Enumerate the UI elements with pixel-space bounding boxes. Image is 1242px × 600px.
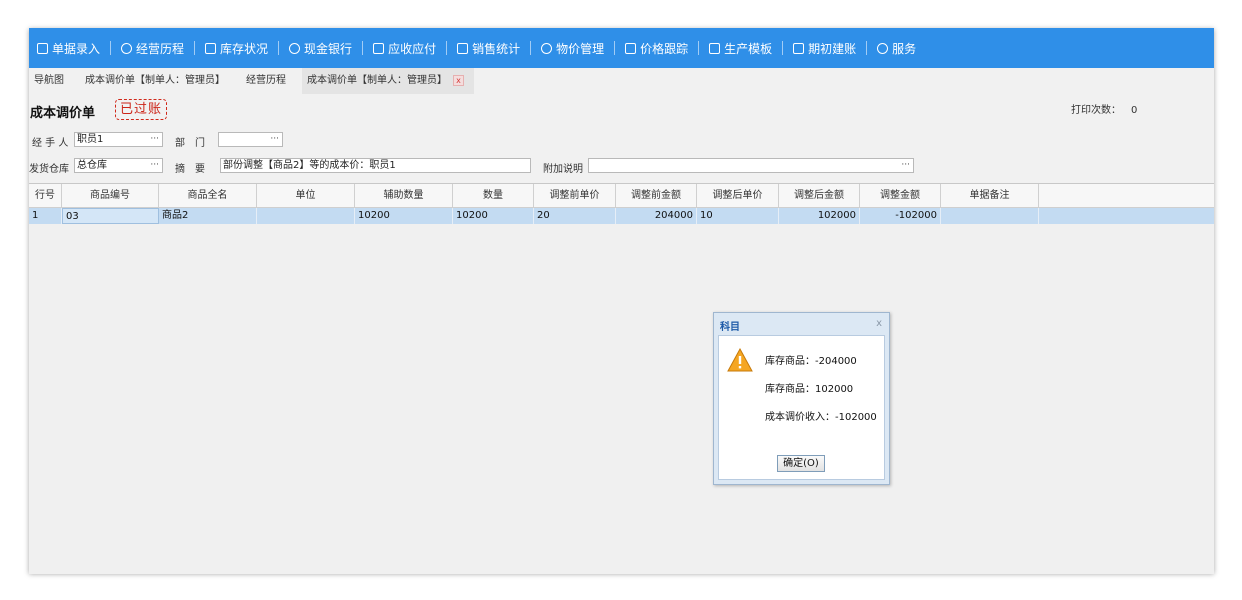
cell-price-after[interactable]: 10 [697,208,779,224]
dialog-line-adjust-income: 成本调价收入：-102000 [765,412,877,423]
menu-divider [278,41,280,55]
tab-close-icon[interactable]: x [453,74,464,86]
cell-amount-before[interactable]: 204000 [616,208,697,224]
cell-aux-qty[interactable]: 10200 [355,208,453,224]
warehouse-select-button[interactable]: ··· [150,159,159,172]
menu-item-price-mgmt[interactable]: 物价管理 [541,40,604,57]
col-header-price-before[interactable]: 调整前单价 [534,184,616,207]
tab-cost-adjust-1[interactable]: 成本调价单【制单人：管理员】 [80,68,235,94]
warning-icon [727,348,753,372]
menu-item-history[interactable]: 经营历程 [121,40,184,57]
menu-divider [698,41,700,55]
col-header-unit[interactable]: 单位 [257,184,355,207]
handler-select-button[interactable]: ··· [150,133,159,146]
dialog-title: 科目 [720,322,740,333]
menu-divider [110,41,112,55]
summary-label: 摘 要 [175,164,205,175]
menu-item-stock[interactable]: 库存状况 [205,40,268,57]
col-header-remark[interactable]: 单据备注 [941,184,1039,207]
menu-item-receivable[interactable]: 应收应付 [373,40,436,57]
col-header-line-no[interactable]: 行号 [29,184,62,207]
yen-coin-icon [289,42,301,54]
menu-item-production[interactable]: 生产模板 [709,40,772,57]
table-row[interactable]: 1 03 商品2 10200 10200 20 204000 10 102000… [29,208,1214,224]
account-dialog: 科目 x 库存商品：-204000 库存商品：102000 成本调价收入：-10… [713,312,890,485]
menu-divider [194,41,196,55]
page-title: 成本调价单 [30,106,96,121]
dept-select-button[interactable]: ··· [270,133,279,146]
cell-code[interactable]: 03 [62,208,159,224]
col-header-amount-before[interactable]: 调整前金额 [616,184,697,207]
dept-label: 部 门 [175,138,205,149]
menu-item-entry[interactable]: 单据录入 [37,40,100,57]
col-header-name[interactable]: 商品全名 [159,184,257,207]
cell-amount-after[interactable]: 102000 [779,208,860,224]
tab-cost-adjust-active[interactable]: 成本调价单【制单人：管理员】 x [302,68,474,94]
menu-item-price-track[interactable]: 价格跟踪 [625,40,688,57]
note-field[interactable]: ··· [588,158,914,173]
print-count: 打印次数： 0 [1071,105,1138,116]
menu-divider [614,41,616,55]
note-select-button[interactable]: ··· [901,159,910,172]
cell-price-before[interactable]: 20 [534,208,616,224]
sales-stats-icon [457,42,469,54]
col-header-amount-after[interactable]: 调整后金额 [779,184,860,207]
menu-divider [530,41,532,55]
menu-divider [446,41,448,55]
warehouse-field[interactable]: 总仓库 ··· [74,158,163,173]
col-header-aux-qty[interactable]: 辅助数量 [355,184,453,207]
detail-grid: 行号 商品编号 商品全名 单位 辅助数量 数量 调整前单价 调整前金额 调整后单… [29,183,1214,574]
dialog-line-inventory-before: 库存商品：-204000 [765,356,857,367]
dept-field[interactable]: ··· [218,132,283,147]
col-header-adjust-amount[interactable]: 调整金额 [860,184,941,207]
menu-divider [362,41,364,55]
menu-divider [782,41,784,55]
dialog-body: 库存商品：-204000 库存商品：102000 成本调价收入：-102000 … [718,335,885,480]
opening-account-icon [793,42,805,54]
menu-item-service[interactable]: 服务 [877,40,916,57]
app-window: 单据录入 经营历程 库存状况 现金银行 应收应付 销售统计 物价管理 价格跟踪 … [29,28,1214,574]
production-template-icon [709,42,721,54]
warehouse-icon [205,42,217,54]
summary-field[interactable]: 部份调整【商品2】等的成本价：职员1 [220,158,531,173]
cell-line-no: 1 [29,208,62,224]
cell-unit[interactable] [257,208,355,224]
receivable-icon [373,42,385,54]
warehouse-label: 发货仓库 [29,164,69,175]
tab-bar: 导航图 成本调价单【制单人：管理员】 经营历程 成本调价单【制单人：管理员】 x [29,68,1214,94]
close-icon[interactable]: x [876,318,882,329]
cell-remark[interactable] [941,208,1039,224]
handler-field[interactable]: 职员1 ··· [74,132,163,147]
cell-qty[interactable]: 10200 [453,208,534,224]
dialog-line-inventory-after: 库存商品：102000 [765,384,854,395]
grid-header: 行号 商品编号 商品全名 单位 辅助数量 数量 调整前单价 调整前金额 调整后单… [29,184,1214,208]
price-track-icon [625,42,637,54]
price-coin-icon [541,42,553,54]
menu-item-opening[interactable]: 期初建账 [793,40,856,57]
col-header-code[interactable]: 商品编号 [62,184,159,207]
cell-name[interactable]: 商品2 [159,208,257,224]
col-header-qty[interactable]: 数量 [453,184,534,207]
edit-doc-icon [37,42,48,54]
menu-item-sales-stats[interactable]: 销售统计 [457,40,520,57]
help-circle-icon [877,42,889,54]
cell-adjust-amount[interactable]: -102000 [860,208,941,224]
tab-navigation[interactable]: 导航图 [29,68,74,94]
chart-circle-icon [121,42,133,54]
menu-item-cash-bank[interactable]: 现金银行 [289,40,352,57]
main-menu-bar: 单据录入 经营历程 库存状况 现金银行 应收应付 销售统计 物价管理 价格跟踪 … [29,28,1214,68]
tab-history[interactable]: 经营历程 [241,68,296,94]
ok-button[interactable]: 确定(O) [777,455,825,472]
handler-label: 经 手 人 [32,138,69,149]
col-header-price-after[interactable]: 调整后单价 [697,184,779,207]
menu-divider [866,41,868,55]
posted-stamp: 已过账 [115,99,168,120]
note-label: 附加说明 [543,164,583,175]
